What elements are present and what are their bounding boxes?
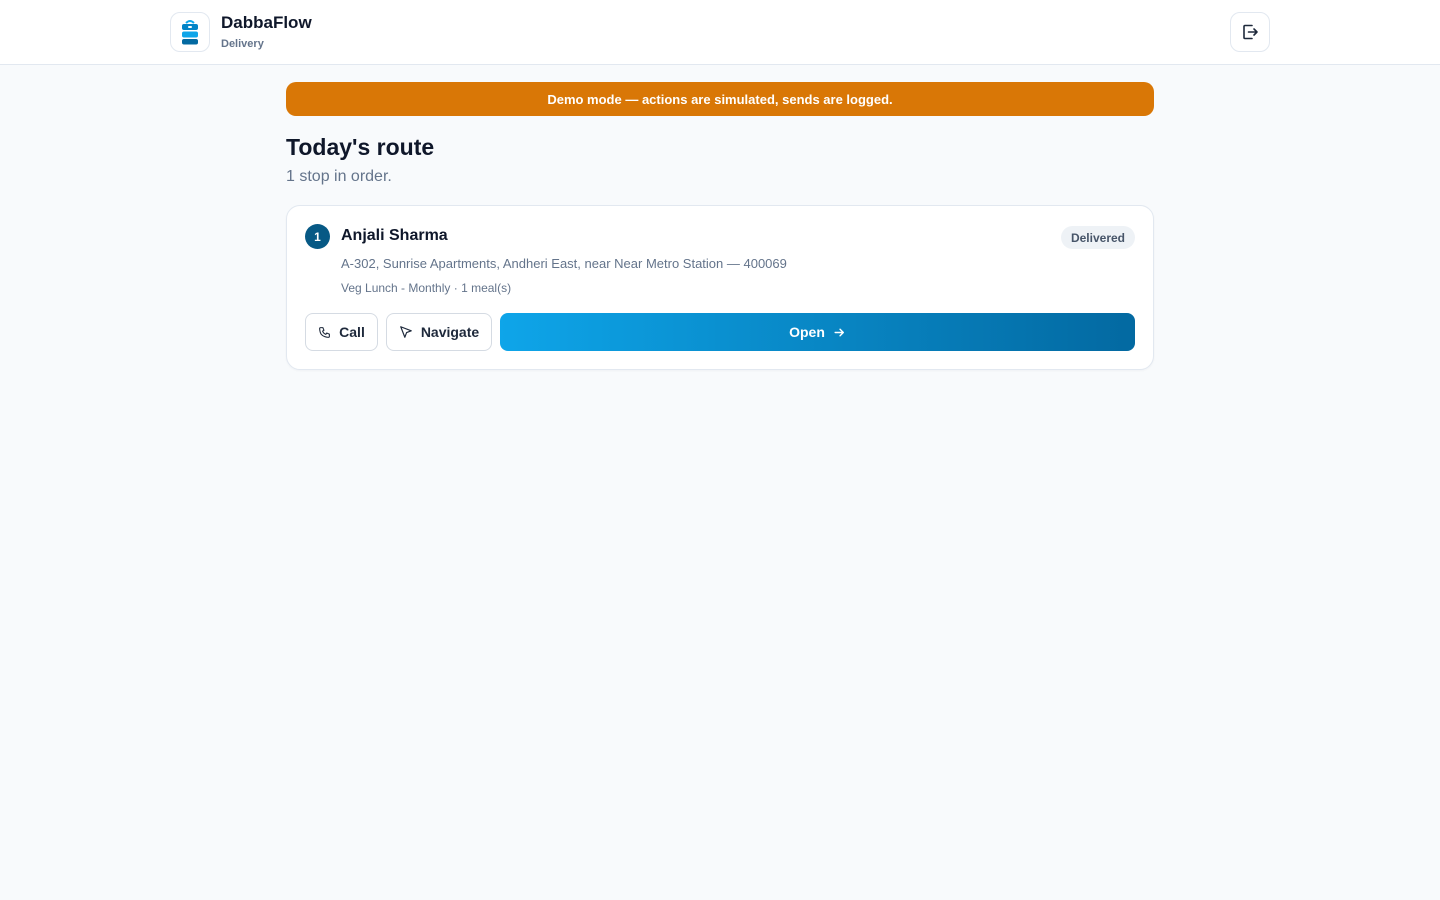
- phone-icon: [318, 326, 331, 339]
- status-badge: Delivered: [1060, 226, 1135, 249]
- stop-card: 1 Anjali Sharma Delivered A-302, Sunrise…: [286, 205, 1154, 370]
- open-stop-button[interactable]: Open: [500, 313, 1135, 351]
- logout-button[interactable]: [1230, 12, 1270, 52]
- page-title: Today's route: [286, 134, 435, 160]
- navigate-button[interactable]: Navigate: [386, 313, 492, 351]
- call-button[interactable]: Call: [305, 313, 378, 351]
- demo-mode-banner: Demo mode — actions are simulated, sends…: [286, 82, 1154, 116]
- app-name: DabbaFlow: [221, 13, 312, 32]
- top-bar: DabbaFlow Delivery: [0, 0, 1440, 65]
- page-subtitle: 1 stop in order.: [286, 168, 392, 185]
- arrow-right-icon: [833, 326, 846, 339]
- stop-sequence-badge: 1: [305, 224, 330, 249]
- app-logo: [170, 12, 210, 52]
- tiffin-box-icon: [180, 19, 200, 45]
- navigation-arrow-icon: [399, 325, 413, 339]
- call-button-label: Call: [339, 324, 365, 340]
- app-role: Delivery: [221, 38, 264, 50]
- customer-address: A-302, Sunrise Apartments, Andheri East,…: [341, 256, 787, 271]
- navigate-button-label: Navigate: [420, 324, 480, 340]
- meal-plan-info: Veg Lunch - Monthly · 1 meal(s): [341, 281, 512, 295]
- open-button-label: Open: [789, 324, 825, 340]
- customer-name: Anjali Sharma: [341, 227, 448, 244]
- logout-icon: [1241, 23, 1259, 41]
